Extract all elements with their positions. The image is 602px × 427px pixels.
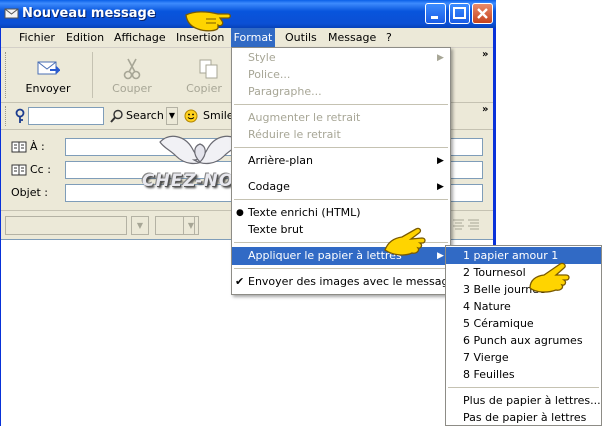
menu-separator xyxy=(234,199,448,200)
envelope-icon xyxy=(4,8,19,19)
size-dropdown-chevron-down-icon[interactable]: ▼ xyxy=(183,216,199,235)
menu-item-label: Augmenter le retrait xyxy=(248,111,361,124)
close-icon xyxy=(477,8,488,19)
menu-item-label: Réduire le retrait xyxy=(248,128,341,141)
checkmark-icon: ✔ xyxy=(235,275,245,288)
menu-item-label: Envoyer des images avec le message xyxy=(248,275,456,288)
to-label: À : xyxy=(30,140,45,153)
stationery-item-amour[interactable]: 1 papier amour 1 xyxy=(446,247,601,264)
align-icons[interactable] xyxy=(452,219,480,231)
submenu-arrow-icon: ▶ xyxy=(437,251,444,261)
window-title: Nouveau message xyxy=(22,6,156,21)
format-menu-item-police[interactable]: Police... xyxy=(232,66,450,84)
submenu-item-label: 2 Tournesol xyxy=(463,266,526,279)
menu-outils[interactable]: Outils xyxy=(285,30,317,46)
maximize-icon xyxy=(453,7,466,19)
searchbar-overflow-chevron-icon[interactable]: » xyxy=(482,104,488,115)
menu-item-label: Appliquer le papier à lettres xyxy=(248,249,402,262)
toolbar-grip[interactable] xyxy=(5,52,9,98)
submenu-arrow-icon: ▶ xyxy=(437,182,444,192)
stationery-item-tournesol[interactable]: 2 Tournesol xyxy=(446,264,601,281)
submenu-item-label: 6 Punch aux agrumes xyxy=(463,334,583,347)
toolbar-overflow-chevron-icon[interactable]: » xyxy=(482,49,488,60)
toolbar-separator xyxy=(92,52,93,98)
pointing-hand-icon xyxy=(384,227,426,256)
menu-affichage[interactable]: Affichage xyxy=(114,30,166,46)
submenu-arrow-icon: ▶ xyxy=(437,53,444,63)
stationery-item-vierge[interactable]: 7 Vierge xyxy=(446,349,601,366)
menu-item-label: Texte enrichi (HTML) xyxy=(248,206,361,219)
submenu-arrow-icon: ▶ xyxy=(437,156,444,166)
menu-edition[interactable]: Edition xyxy=(66,30,104,46)
format-menu-item-style[interactable]: Style ▶ xyxy=(232,49,450,67)
send-label: Envoyer xyxy=(25,82,71,95)
smile-label: Smile xyxy=(203,109,234,122)
format-menu-item-envoyer-images[interactable]: ✔ Envoyer des images avec le message xyxy=(232,273,455,291)
stationery-item-belle-journee[interactable]: 3 Belle journée xyxy=(446,281,601,298)
font-dropdown-chevron-down-icon[interactable]: ▼ xyxy=(131,216,149,235)
format-menu-item-codage[interactable]: Codage ▶ xyxy=(232,178,450,196)
font-select[interactable] xyxy=(5,216,127,235)
scissors-icon xyxy=(123,58,141,80)
stationery-item-feuilles[interactable]: 8 Feuilles xyxy=(446,366,601,383)
format-menu-item-arriere-plan[interactable]: Arrière-plan ▶ xyxy=(232,152,450,170)
stationery-item-punch[interactable]: 6 Punch aux agrumes xyxy=(446,332,601,349)
stationery-item-nature[interactable]: 4 Nature xyxy=(446,298,601,315)
search-dropdown-chevron-down-icon[interactable]: ▼ xyxy=(166,107,178,125)
close-button[interactable] xyxy=(472,3,493,24)
menu-item-label: Codage xyxy=(248,180,290,193)
subject-label: Objet : xyxy=(11,186,48,199)
submenu-item-label: 7 Vierge xyxy=(463,351,509,364)
cc-label: Cc : xyxy=(30,163,51,176)
minimize-icon xyxy=(431,16,438,19)
menu-separator xyxy=(448,387,599,388)
pointing-hand-icon xyxy=(185,11,231,32)
submenu-item-label: 4 Nature xyxy=(463,300,511,313)
search-key-icon xyxy=(15,108,25,123)
copy-icon xyxy=(199,59,218,79)
stationery-item-ceramique[interactable]: 5 Céramique xyxy=(446,315,601,332)
search-button-label: Search xyxy=(126,109,164,122)
menu-item-label: Paragraphe... xyxy=(248,85,322,98)
radio-bullet-icon: ● xyxy=(236,208,244,218)
searchbar-grip[interactable] xyxy=(5,106,9,126)
smiley-icon xyxy=(184,109,198,123)
cut-button[interactable]: Couper xyxy=(100,54,164,100)
stationery-item-aucun[interactable]: Pas de papier à lettres xyxy=(446,409,601,426)
search-input[interactable] xyxy=(28,107,104,125)
cut-label: Couper xyxy=(112,82,152,95)
menu-item-label: Arrière-plan xyxy=(248,154,313,167)
submenu-item-label: Pas de papier à lettres xyxy=(463,411,587,424)
format-menu-item-paragraphe[interactable]: Paragraphe... xyxy=(232,83,450,101)
send-icon xyxy=(37,61,60,75)
menu-message[interactable]: Message xyxy=(328,30,376,46)
menu-item-label: Style xyxy=(248,51,276,64)
copy-button[interactable]: Copier xyxy=(176,54,232,100)
menu-fichier[interactable]: Fichier xyxy=(19,30,55,46)
copy-label: Copier xyxy=(186,82,222,95)
magnifier-icon xyxy=(110,109,123,123)
menu-format[interactable]: Format xyxy=(231,28,275,47)
menu-item-label: Texte brut xyxy=(248,223,304,236)
maximize-button[interactable] xyxy=(449,3,470,24)
menu-separator xyxy=(234,268,448,269)
submenu-item-label: Plus de papier à lettres... xyxy=(463,394,601,407)
address-book-icon xyxy=(11,164,27,176)
menu-separator xyxy=(234,104,448,105)
menu-item-label: Police... xyxy=(248,68,291,81)
format-menu-item-reduire-retrait[interactable]: Réduire le retrait xyxy=(232,126,450,144)
send-button[interactable]: Envoyer xyxy=(16,54,80,100)
menu-help[interactable]: ? xyxy=(386,30,392,46)
submenu-item-label: 5 Céramique xyxy=(463,317,534,330)
format-menu-item-augmenter-retrait[interactable]: Augmenter le retrait xyxy=(232,109,450,127)
format-menu-item-texte-enrichi[interactable]: ● Texte enrichi (HTML) xyxy=(232,204,450,222)
submenu-item-label: 8 Feuilles xyxy=(463,368,515,381)
pointing-hand-icon xyxy=(529,262,570,293)
minimize-button[interactable] xyxy=(425,3,446,24)
stationery-item-plus[interactable]: Plus de papier à lettres... xyxy=(446,392,601,409)
menu-separator xyxy=(234,147,448,148)
address-book-icon xyxy=(11,141,27,153)
